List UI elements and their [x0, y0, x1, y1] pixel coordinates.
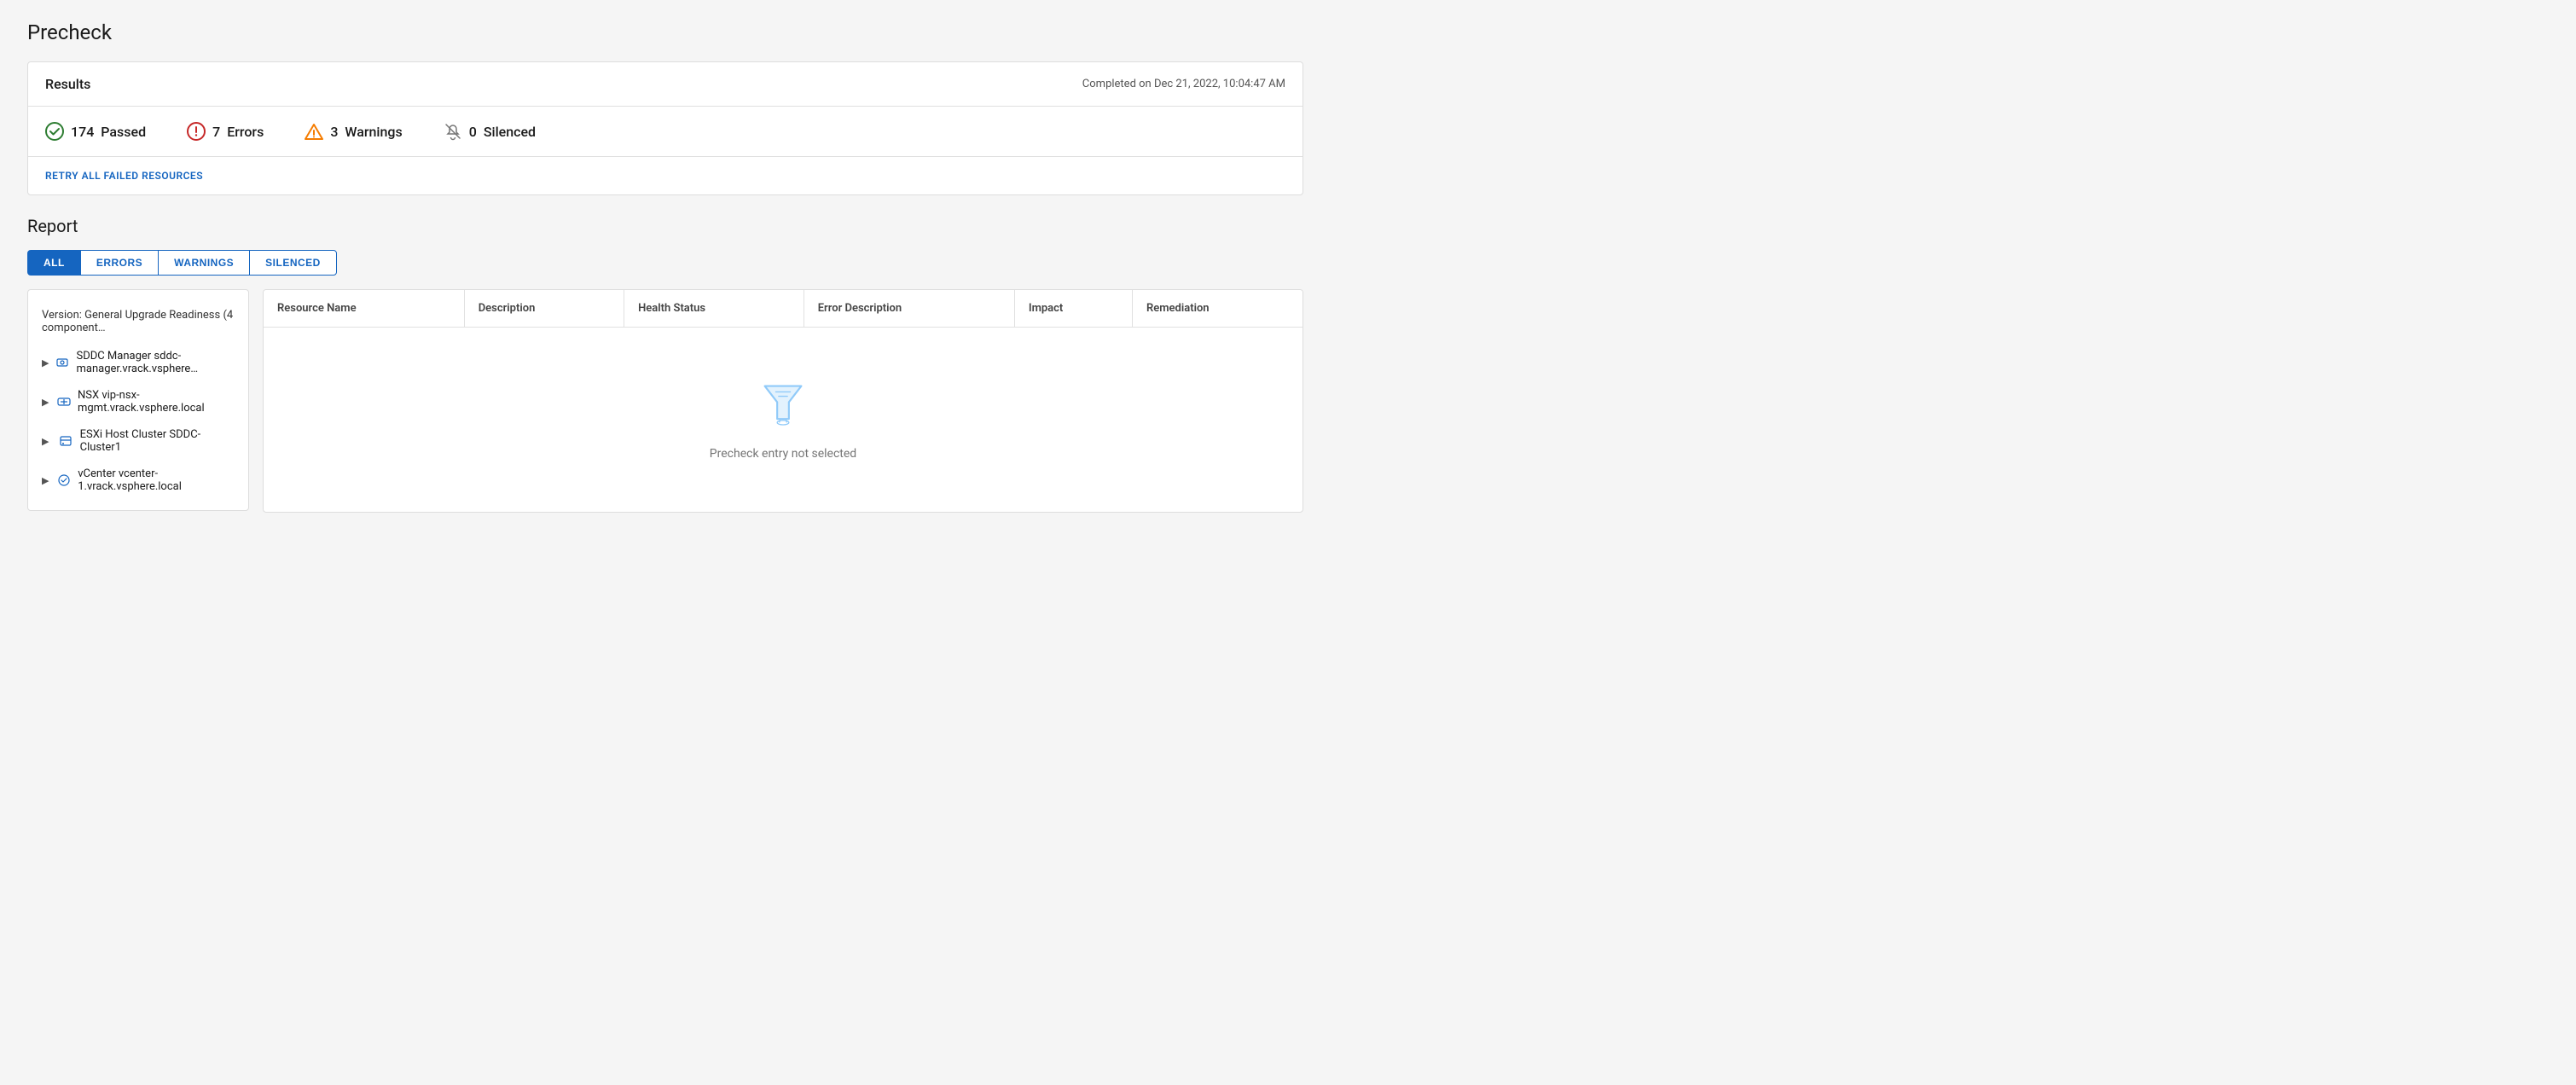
- passed-icon: [45, 122, 64, 141]
- list-item[interactable]: ▶ vCenter vcenter-1.vrack.vsphere.local: [28, 461, 248, 500]
- results-header: Results Completed on Dec 21, 2022, 10:04…: [28, 62, 1303, 107]
- esxi-label: ESXi Host Cluster SDDC-Cluster1: [80, 428, 235, 454]
- col-resource-name: Resource Name: [264, 290, 464, 328]
- vcenter-label: vCenter vcenter-1.vrack.vsphere.local: [78, 467, 235, 493]
- errors-count: 7: [212, 124, 220, 140]
- page-container: Precheck Results Completed on Dec 21, 20…: [0, 0, 1331, 533]
- filter-tabs: ALL ERRORS WARNINGS SILENCED: [27, 250, 1303, 276]
- table-header-row: Resource Name Description Health Status …: [264, 290, 1303, 328]
- tab-errors[interactable]: ERRORS: [80, 250, 159, 276]
- page-title: Precheck: [27, 20, 1303, 44]
- stat-warnings: 3 Warnings: [305, 122, 402, 141]
- errors-icon: [187, 122, 206, 141]
- stat-silenced: 0 Silenced: [444, 122, 536, 141]
- empty-state-text: Precheck entry not selected: [710, 447, 856, 461]
- chevron-right-icon: ▶: [42, 397, 50, 408]
- results-title: Results: [45, 76, 90, 92]
- passed-count: 174: [71, 124, 94, 140]
- col-description: Description: [464, 290, 624, 328]
- list-item[interactable]: ▶ ESXi Host Cluster SDDC-Cluster1: [28, 421, 248, 461]
- col-impact: Impact: [1014, 290, 1132, 328]
- table-empty-row: Precheck entry not selected: [264, 328, 1303, 513]
- nsx-label: NSX vip-nsx-mgmt.vrack.vsphere.local: [78, 389, 235, 415]
- vcenter-icon: [57, 473, 71, 488]
- list-item[interactable]: ▶ SDDC Manager sddc-manager.vrack.vspher…: [28, 343, 248, 382]
- col-health-status: Health Status: [624, 290, 804, 328]
- tree-scroll[interactable]: Version: General Upgrade Readiness (4 co…: [28, 290, 248, 510]
- chevron-right-icon: ▶: [42, 475, 50, 486]
- tree-version-header: Version: General Upgrade Readiness (4 co…: [28, 300, 248, 343]
- report-content: Version: General Upgrade Readiness (4 co…: [27, 289, 1303, 513]
- chevron-right-icon: ▶: [42, 436, 51, 447]
- detail-table: Resource Name Description Health Status …: [264, 290, 1303, 512]
- filter-empty-icon: [757, 379, 809, 433]
- tree-panel: Version: General Upgrade Readiness (4 co…: [27, 289, 249, 511]
- tab-silenced[interactable]: SILENCED: [249, 250, 337, 276]
- errors-label: Errors: [227, 124, 264, 140]
- sddc-label: SDDC Manager sddc-manager.vrack.vsphere…: [76, 350, 235, 375]
- warnings-icon: [305, 122, 323, 141]
- silenced-icon: [444, 122, 462, 141]
- tab-warnings[interactable]: WARNINGS: [158, 250, 250, 276]
- nsx-icon: [57, 394, 71, 409]
- results-actions: RETRY ALL FAILED RESOURCES: [28, 157, 1303, 194]
- col-error-description: Error Description: [804, 290, 1014, 328]
- results-completed: Completed on Dec 21, 2022, 10:04:47 AM: [1082, 78, 1285, 90]
- silenced-label: Silenced: [484, 124, 536, 140]
- chevron-right-icon: ▶: [42, 357, 49, 368]
- report-title: Report: [27, 216, 1303, 236]
- warnings-label: Warnings: [345, 124, 402, 140]
- warnings-count: 3: [330, 124, 338, 140]
- results-card: Results Completed on Dec 21, 2022, 10:04…: [27, 61, 1303, 195]
- stat-passed: 174 Passed: [45, 122, 146, 141]
- empty-state: Precheck entry not selected: [264, 328, 1303, 512]
- col-remediation: Remediation: [1132, 290, 1303, 328]
- passed-label: Passed: [101, 124, 146, 140]
- esxi-icon: [58, 433, 73, 449]
- silenced-count: 0: [469, 124, 477, 140]
- detail-panel: Resource Name Description Health Status …: [263, 289, 1303, 513]
- list-item[interactable]: ▶ NSX vip-nsx-mgmt.vrack.vsphere.local: [28, 382, 248, 421]
- tab-all[interactable]: ALL: [27, 250, 81, 276]
- results-stats: 174 Passed 7 Errors: [28, 107, 1303, 157]
- retry-all-link[interactable]: RETRY ALL FAILED RESOURCES: [45, 170, 203, 182]
- stat-errors: 7 Errors: [187, 122, 264, 141]
- sddc-icon: [55, 355, 69, 370]
